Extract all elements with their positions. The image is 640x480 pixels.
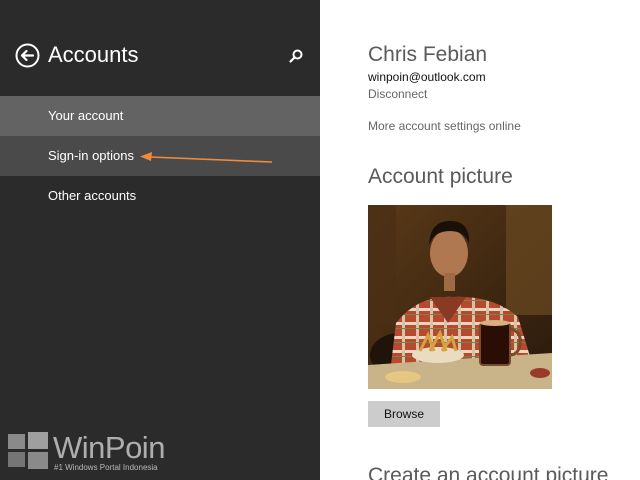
windows-logo-icon: [8, 432, 48, 469]
account-picture-heading: Account picture: [368, 165, 513, 188]
account-name: Chris Febian: [368, 43, 488, 66]
disconnect-link[interactable]: Disconnect: [368, 87, 427, 101]
watermark: WinPoin #1 Windows Portal Indonesia: [6, 430, 206, 475]
sidebar-item-other-accounts[interactable]: Other accounts: [0, 176, 320, 216]
annotation-arrow-icon: [140, 152, 273, 163]
sidebar-item-label: Your account: [48, 108, 124, 123]
account-email: winpoin@outlook.com: [368, 70, 486, 84]
settings-sidebar: Accounts Your account Sign-in options Ot…: [0, 0, 320, 480]
back-arrow-icon: [15, 43, 40, 68]
create-account-picture-heading: Create an account picture: [368, 464, 609, 480]
sidebar-header: Accounts: [0, 0, 320, 96]
watermark-name: WinPoin: [53, 430, 165, 465]
account-picture: [368, 205, 552, 389]
search-icon: [289, 49, 303, 63]
browse-button[interactable]: Browse: [368, 401, 440, 427]
sidebar-item-label: Sign-in options: [48, 148, 134, 163]
more-account-settings-link[interactable]: More account settings online: [368, 119, 521, 133]
watermark-tagline: #1 Windows Portal Indonesia: [54, 463, 158, 472]
profile-photo-image: [368, 205, 552, 389]
search-button[interactable]: [288, 48, 304, 64]
page-title: Accounts: [48, 42, 139, 67]
back-button[interactable]: [15, 43, 40, 68]
sidebar-item-label: Other accounts: [48, 188, 137, 203]
sidebar-item-your-account[interactable]: Your account: [0, 96, 320, 136]
account-content-pane: Chris Febian winpoin@outlook.com Disconn…: [320, 0, 640, 480]
